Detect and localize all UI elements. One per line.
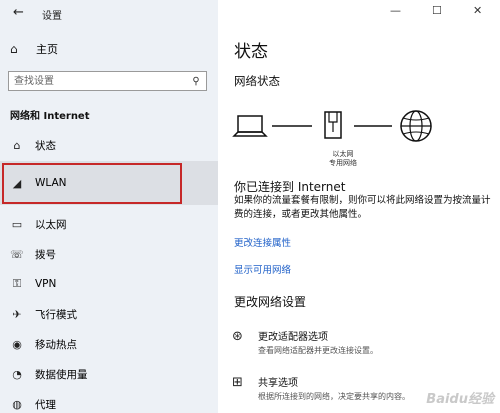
network-diagram: 以太网 专用网络 [232, 108, 482, 168]
sidebar-nav: ⌂ 状态 ◢ WLAN ▭ 以太网 ☏ 拨号 ⚿ VPN ✈ 飞行模式 ◉ 移动… [0, 130, 218, 413]
sidebar-item-mobile-hotspot[interactable]: ◉ 移动热点 [0, 329, 218, 359]
sidebar: ← 设置 ⌂ 主页 ⚲ 网络和 Internet ⌂ 状态 ◢ WLAN ▭ 以… [0, 0, 218, 413]
page-title: 状态 [234, 42, 268, 62]
option-title: 更改适配器选项 [258, 332, 328, 343]
sidebar-item-data-usage[interactable]: ◔ 数据使用量 [0, 359, 218, 389]
option-description: 根据所连接到的网络，决定要共享的内容。 [258, 392, 410, 401]
home-icon: ⌂ [10, 42, 18, 56]
sidebar-item-label: WLAN [35, 177, 67, 189]
adapter-options-item[interactable]: ⊛ 更改适配器选项 查看网络适配器并更改连接设置。 [232, 328, 494, 356]
sidebar-item-label: 数据使用量 [35, 368, 88, 381]
home-label: 主页 [36, 43, 58, 56]
back-arrow-icon[interactable]: ← [13, 5, 24, 20]
network-status-heading: 网络状态 [234, 74, 280, 88]
sharing-icon: ⊞ [232, 375, 243, 390]
sidebar-item-label: 代理 [35, 398, 56, 411]
sidebar-item-wlan[interactable]: ◢ WLAN [0, 161, 218, 205]
connection-status-title: 你已连接到 Internet [234, 180, 346, 194]
airplane-icon: ✈ [12, 307, 22, 321]
sidebar-item-dialup[interactable]: ☏ 拨号 [0, 239, 218, 269]
search-icon[interactable]: ⚲ [186, 76, 206, 87]
wifi-icon: ◢ [12, 176, 22, 190]
ethernet-icon: ▭ [11, 217, 23, 231]
sidebar-item-airplane-mode[interactable]: ✈ 飞行模式 [0, 299, 218, 329]
option-description: 查看网络适配器并更改连接设置。 [258, 346, 378, 355]
search-box: ⚲ [8, 71, 207, 91]
hotspot-icon: ◉ [12, 337, 22, 351]
sidebar-item-proxy[interactable]: ◍ 代理 [0, 389, 218, 413]
vpn-icon: ⚿ [12, 277, 22, 290]
sidebar-item-status[interactable]: ⌂ 状态 [0, 130, 218, 160]
minimize-button[interactable]: — [390, 4, 401, 17]
sidebar-item-label: 拨号 [35, 248, 56, 261]
app-title: 设置 [42, 11, 62, 22]
sidebar-item-label: VPN [35, 278, 57, 290]
option-title: 共享选项 [258, 378, 298, 389]
sidebar-item-label: 移动热点 [35, 338, 77, 351]
watermark: Baidu经验 [426, 392, 494, 407]
proxy-icon: ◍ [12, 397, 22, 411]
sidebar-item-ethernet[interactable]: ▭ 以太网 [0, 209, 218, 239]
close-button[interactable]: ✕ [473, 4, 482, 17]
main-content: — ☐ ✕ 状态 网络状态 以太网 专用网络 你已连接到 Internet 如果… [218, 0, 500, 413]
connection-status-description: 如果你的流量套餐有限制，则你可以将此网络设置为按流量计费的连接，或者更改其他属性… [234, 195, 491, 220]
status-icon: ⌂ [13, 138, 21, 152]
data-usage-icon: ◔ [12, 367, 22, 381]
sidebar-item-vpn[interactable]: ⚿ VPN [0, 269, 218, 299]
maximize-button[interactable]: ☐ [432, 4, 442, 17]
search-input[interactable] [9, 72, 186, 90]
laptop-icon [232, 115, 268, 137]
globe-icon [400, 110, 432, 142]
dialup-icon: ☏ [10, 247, 24, 261]
sidebar-item-label: 以太网 [35, 218, 67, 231]
ethernet-port-icon [324, 111, 342, 139]
adapter-icon: ⊛ [232, 329, 243, 344]
diagram-label-private-network: 专用网络 [329, 159, 357, 167]
section-heading: 网络和 Internet [10, 111, 90, 122]
sidebar-item-label: 飞行模式 [35, 308, 77, 321]
sidebar-item-label: 状态 [35, 139, 56, 152]
title-bar: ← 设置 [0, 0, 218, 26]
network-diagram-graphic [232, 110, 432, 142]
show-available-networks-link[interactable]: 显示可用网络 [234, 262, 291, 276]
sidebar-item-home[interactable]: ⌂ 主页 [10, 40, 58, 58]
change-network-settings-heading: 更改网络设置 [234, 295, 307, 309]
change-connection-properties-link[interactable]: 更改连接属性 [234, 235, 291, 249]
